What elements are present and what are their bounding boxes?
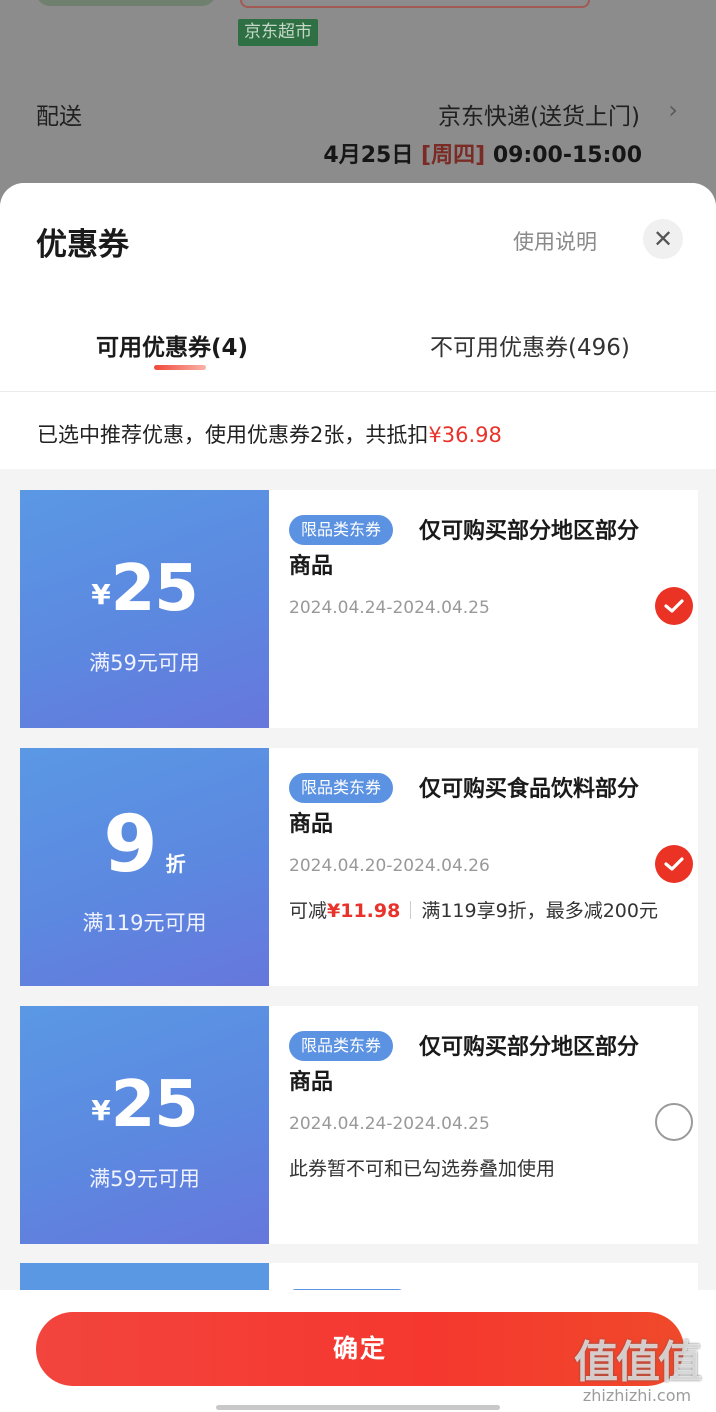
unchecked-icon[interactable] (655, 1103, 693, 1141)
chevron-right-icon[interactable]: › (668, 96, 678, 124)
divider (410, 901, 412, 919)
close-icon[interactable]: ✕ (643, 219, 683, 259)
coupon-card[interactable]: ¥25 满59元可用 仅可购买部分地区部分商品 限品类东券 2024.04.24… (17, 490, 698, 728)
coupon-details: 仅可购买部分地区部分商品 限品类东券 2024.04.24-2024.04.25 (269, 490, 698, 728)
delivery-time-range: 09:00-15:00 (492, 143, 642, 168)
coupon-threshold: 满59元可用 (89, 651, 200, 675)
currency-symbol: ¥ (91, 578, 111, 611)
savings-amount: ¥11.98 (327, 900, 401, 922)
tab-unavailable-coupons[interactable]: 不可用优惠券(496) (430, 328, 630, 362)
sheet-header: 优惠券 使用说明 ✕ 可用优惠券(4) 不可用优惠券(496) (0, 183, 716, 391)
amount-value: 25 (110, 552, 199, 626)
coupon-note: 此券暂不可和已勾选券叠加使用 (289, 1158, 556, 1180)
savings-note: 满119享9折，最多减200元 (421, 900, 658, 922)
coupon-type-tag: 限品类东券 (289, 1031, 394, 1061)
product-info-box (240, 0, 590, 8)
amount-value: 25 (110, 1068, 199, 1142)
watermark-url: zhizhizhi.com (582, 1386, 692, 1405)
summary-text: 已选中推荐优惠，使用优惠券2张，共抵扣¥36.98 (37, 419, 502, 449)
coupon-amount: ¥25 (20, 1068, 269, 1142)
coupon-value-panel: 9折 满119元可用 (17, 748, 269, 986)
checked-icon[interactable] (655, 587, 693, 625)
sheet-title: 优惠券 (36, 227, 129, 263)
background-page: 京东超市 配送 京东快递(送货上门) › 4月25日 [周四] 09:00-15… (0, 0, 716, 200)
usage-help-link[interactable]: 使用说明 (513, 226, 597, 256)
coupon-value-panel: ¥25 满59元可用 (17, 490, 269, 728)
coupon-threshold: 满59元可用 (89, 1167, 200, 1191)
store-tag: 京东超市 (238, 19, 318, 46)
summary-prefix: 已选中推荐优惠，使用优惠券2张，共抵扣 (37, 423, 429, 447)
home-indicator[interactable] (216, 1405, 500, 1410)
savings-prefix: 可减 (289, 900, 328, 922)
summary-amount: ¥36.98 (428, 423, 502, 447)
delivery-method[interactable]: 京东快递(送货上门) (438, 97, 640, 131)
delivery-weekday: [周四] (421, 143, 486, 168)
coupon-card[interactable]: ¥25 满59元可用 仅可购买部分地区部分商品 限品类东券 2024.04.24… (17, 1006, 698, 1244)
watermark: 值值值 zhizhizhi.com (562, 1326, 712, 1405)
coupon-date-range: 2024.04.24-2024.04.25 (289, 598, 490, 618)
active-tab-indicator (154, 365, 206, 370)
coupon-type-tag: 限品类东券 (289, 773, 394, 803)
delivery-date: 4月25日 (323, 143, 414, 168)
checked-icon[interactable] (655, 845, 693, 883)
coupon-savings: 可减¥11.98 满119享9折，最多减200元 (289, 896, 658, 923)
coupon-details: 仅可购买部分地区部分商品 限品类东券 2024.04.24-2024.04.25… (269, 1006, 698, 1244)
coupon-threshold: 满119元可用 (82, 911, 207, 935)
coupon-card[interactable]: 9折 满119元可用 仅可购买食品饮料部分商品 限品类东券 2024.04.20… (17, 748, 698, 986)
selection-summary: 已选中推荐优惠，使用优惠券2张，共抵扣¥36.98 (0, 391, 716, 469)
coupon-date-range: 2024.04.20-2024.04.26 (289, 856, 490, 876)
discount-value: 9 (103, 800, 158, 890)
currency-symbol: ¥ (91, 1094, 111, 1127)
coupon-value-panel: ¥25 满59元可用 (17, 1006, 269, 1244)
coupon-discount: 9折 (20, 800, 269, 890)
coupon-date-range: 2024.04.24-2024.04.25 (289, 1114, 490, 1134)
delivery-time: 4月25日 [周四] 09:00-15:00 (323, 137, 642, 169)
coupon-type-tag: 限品类东券 (289, 515, 394, 545)
coupon-details: 仅可购买食品饮料部分商品 限品类东券 2024.04.20-2024.04.26… (269, 748, 698, 986)
discount-unit: 折 (165, 852, 186, 876)
delivery-label: 配送 (36, 104, 82, 130)
coupon-sheet: 优惠券 使用说明 ✕ 可用优惠券(4) 不可用优惠券(496) 已选中推荐优惠，… (0, 183, 716, 1412)
coupon-amount: ¥25 (20, 552, 269, 626)
product-thumbnail (36, 0, 216, 6)
tab-available-coupons[interactable]: 可用优惠券(4) (96, 328, 248, 362)
watermark-logo: 值值值 (574, 1337, 702, 1388)
